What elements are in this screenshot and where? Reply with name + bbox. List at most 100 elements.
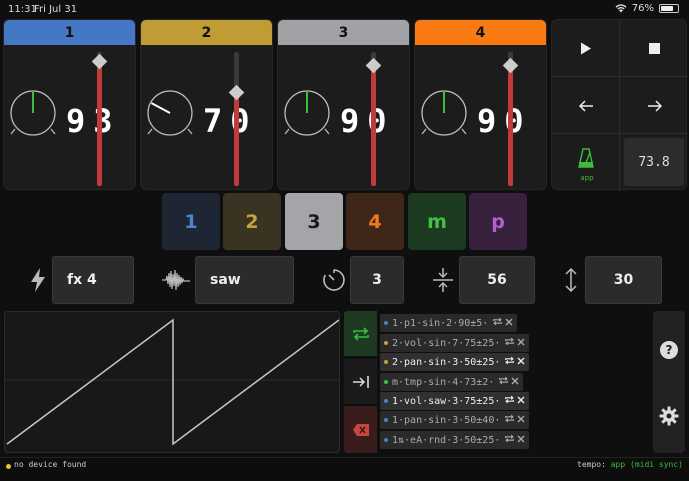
volume-fader[interactable]: [365, 52, 382, 186]
help-icon: ?: [660, 341, 678, 359]
fader-fill: [508, 65, 513, 186]
mode-button-1[interactable]: 1: [162, 193, 220, 250]
play-icon: [581, 42, 591, 55]
tempo-source: tempo: app (midi sync): [577, 460, 683, 469]
fader-thumb[interactable]: [228, 84, 245, 101]
metronome-label: app: [580, 174, 594, 182]
volume-fader[interactable]: [502, 52, 519, 186]
waveform-selector[interactable]: saw: [195, 256, 294, 304]
settings-button[interactable]: [658, 405, 680, 427]
repeat-icon[interactable]: [504, 434, 515, 446]
status-time: 11:31: [8, 4, 37, 15]
tempo-label: tempo:: [577, 460, 606, 469]
lfo-item[interactable]: 2·vol·sin·7·75±25·: [380, 334, 530, 352]
channel-header[interactable]: 4: [415, 20, 546, 45]
close-icon[interactable]: [517, 338, 525, 349]
volume-knob[interactable]: [8, 88, 58, 138]
bpm-display[interactable]: 73.8: [624, 138, 684, 186]
channel-header[interactable]: 1: [4, 20, 135, 45]
timer-icon: [316, 262, 352, 298]
waveform-icon: [158, 262, 194, 298]
close-icon[interactable]: [505, 318, 513, 329]
channel-strip-3: 3 90: [277, 19, 410, 190]
lfo-color-dot: [384, 321, 388, 325]
gear-icon: [659, 406, 679, 426]
mode-button-3[interactable]: 3: [285, 193, 343, 250]
channel-value: 93: [66, 102, 121, 140]
help-button[interactable]: ?: [658, 339, 680, 361]
repeat-icon[interactable]: [498, 376, 509, 388]
delete-button[interactable]: [344, 406, 377, 453]
lfo-color-dot: [384, 341, 388, 345]
volume-fader[interactable]: [228, 52, 245, 186]
repeat-icon[interactable]: [504, 356, 515, 368]
help-column: ?: [653, 311, 685, 453]
lfo-item-label: 1·vol·saw·3·75±25·: [392, 395, 501, 407]
lfo-item-label: 1⇅·eA·rnd·3·50±25·: [392, 434, 501, 446]
close-icon[interactable]: [511, 377, 519, 388]
amount-icon: [553, 262, 589, 298]
battery-percent: 76%: [631, 3, 654, 14]
arrow-to-bar-icon: [352, 375, 369, 388]
volume-knob[interactable]: [145, 88, 195, 138]
jump-to-end-button[interactable]: [344, 359, 377, 404]
close-icon[interactable]: [517, 357, 525, 368]
mode-button-p[interactable]: p: [469, 193, 527, 250]
lfo-color-dot: [384, 360, 388, 364]
close-icon[interactable]: [517, 435, 525, 446]
play-button[interactable]: [552, 20, 620, 77]
waveform-value: saw: [210, 272, 241, 288]
mode-button-m[interactable]: m: [408, 193, 466, 250]
previous-button[interactable]: [552, 77, 620, 134]
transport-panel: app 73.8: [551, 19, 688, 191]
fx-icon: [20, 262, 56, 298]
lfo-color-dot: [384, 418, 388, 422]
metronome-button[interactable]: [552, 134, 620, 191]
channel-strip-4: 4 90: [414, 19, 547, 190]
lfo-item[interactable]: m·tmp·sin·4·73±2·: [380, 373, 524, 391]
close-icon[interactable]: [517, 415, 525, 426]
next-button[interactable]: [620, 77, 688, 134]
center-icon: [425, 262, 461, 298]
metronome-icon: [578, 147, 594, 168]
lfo-color-dot: [384, 438, 388, 442]
repeat-icon[interactable]: [504, 395, 515, 407]
stop-icon: [648, 43, 660, 54]
svg-text:?: ?: [666, 343, 673, 357]
channel-strip-1: 1 93: [3, 19, 136, 190]
fader-fill: [371, 65, 376, 186]
lfo-item-label: m·tmp·sin·4·73±2·: [392, 376, 495, 388]
channel-header[interactable]: 3: [278, 20, 409, 45]
lfo-item[interactable]: 1·pan·sin·3·50±40·: [380, 411, 530, 429]
repeat-icon[interactable]: [504, 414, 515, 426]
repeat-icon[interactable]: [504, 337, 515, 349]
lfo-item[interactable]: 1⇅·eA·rnd·3·50±25·: [380, 431, 530, 449]
mode-button-4[interactable]: 4: [346, 193, 404, 250]
device-status-message: no device found: [14, 460, 87, 469]
rate-field[interactable]: 3: [350, 256, 404, 304]
stop-button[interactable]: [620, 20, 688, 77]
repeat-icon[interactable]: [492, 317, 503, 329]
fader-fill: [234, 92, 239, 186]
amount-field[interactable]: 30: [585, 256, 662, 304]
mode-button-2[interactable]: 2: [223, 193, 281, 250]
waveform-plot: [5, 318, 340, 446]
fader-thumb[interactable]: [91, 53, 108, 70]
close-icon[interactable]: [517, 396, 525, 407]
channel-header[interactable]: 2: [141, 20, 272, 45]
volume-fader[interactable]: [91, 52, 108, 186]
lfo-item[interactable]: 1·p1·sin·2·90±5·: [380, 314, 518, 332]
lfo-item[interactable]: 2·pan·sin·3·50±25·: [380, 353, 530, 371]
fader-thumb[interactable]: [365, 57, 382, 74]
center-field[interactable]: 56: [459, 256, 535, 304]
fx-selector[interactable]: fx 4: [52, 256, 134, 304]
fader-thumb[interactable]: [502, 57, 519, 74]
loop-button[interactable]: [344, 311, 377, 356]
volume-knob[interactable]: [419, 88, 469, 138]
status-bar: 11:31 Fri Jul 31 76%: [0, 0, 689, 18]
volume-knob[interactable]: [282, 88, 332, 138]
rate-value: 3: [372, 272, 382, 288]
amount-value: 30: [613, 272, 634, 288]
lfo-item[interactable]: 1·vol·saw·3·75±25·: [380, 392, 530, 410]
arrow-left-icon: [578, 99, 593, 112]
